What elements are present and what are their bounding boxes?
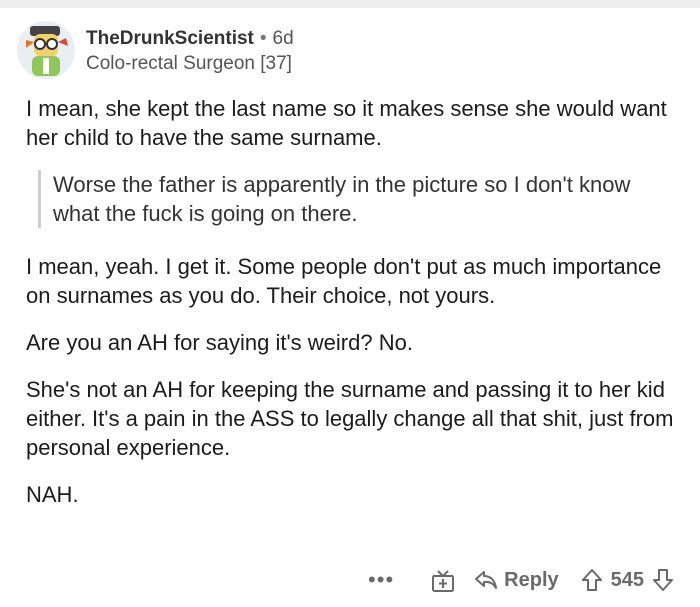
- comment-actions: ••• Reply 545: [368, 565, 674, 595]
- vote-score: 545: [610, 568, 644, 591]
- comment-body: I mean, she kept the last name so it mak…: [26, 94, 676, 527]
- block-quote: Worse the father is apparently in the pi…: [38, 170, 676, 228]
- upvote-arrow-icon[interactable]: [581, 568, 603, 592]
- reply-label: Reply: [504, 568, 559, 591]
- vote-controls: 545: [581, 568, 674, 592]
- username[interactable]: TheDrunkScientist: [86, 28, 254, 50]
- comment-paragraph: I mean, yeah. I get it. Some people don'…: [26, 254, 662, 308]
- more-options-button[interactable]: •••: [368, 567, 394, 593]
- gift-plus-icon[interactable]: [430, 567, 456, 593]
- comment-paragraph: She's not an AH for keeping the surname …: [26, 377, 674, 460]
- downvote-arrow-icon[interactable]: [652, 568, 674, 592]
- comment-paragraph: I mean, she kept the last name so it mak…: [26, 96, 667, 150]
- comment-paragraph: Are you an AH for saying it's weird? No.: [26, 330, 413, 355]
- user-flair: Colo-rectal Surgeon [37]: [86, 53, 292, 74]
- reply-button[interactable]: Reply: [474, 568, 559, 592]
- top-divider: [0, 0, 700, 8]
- separator-dot: •: [259, 28, 267, 49]
- comment-paragraph: NAH.: [26, 482, 79, 507]
- comment-age: 6d: [272, 28, 294, 49]
- reply-arrow-icon: [475, 571, 498, 589]
- avatar[interactable]: [16, 20, 76, 80]
- comment-header: TheDrunkScientist • 6d Colo-rectal Surge…: [16, 20, 294, 80]
